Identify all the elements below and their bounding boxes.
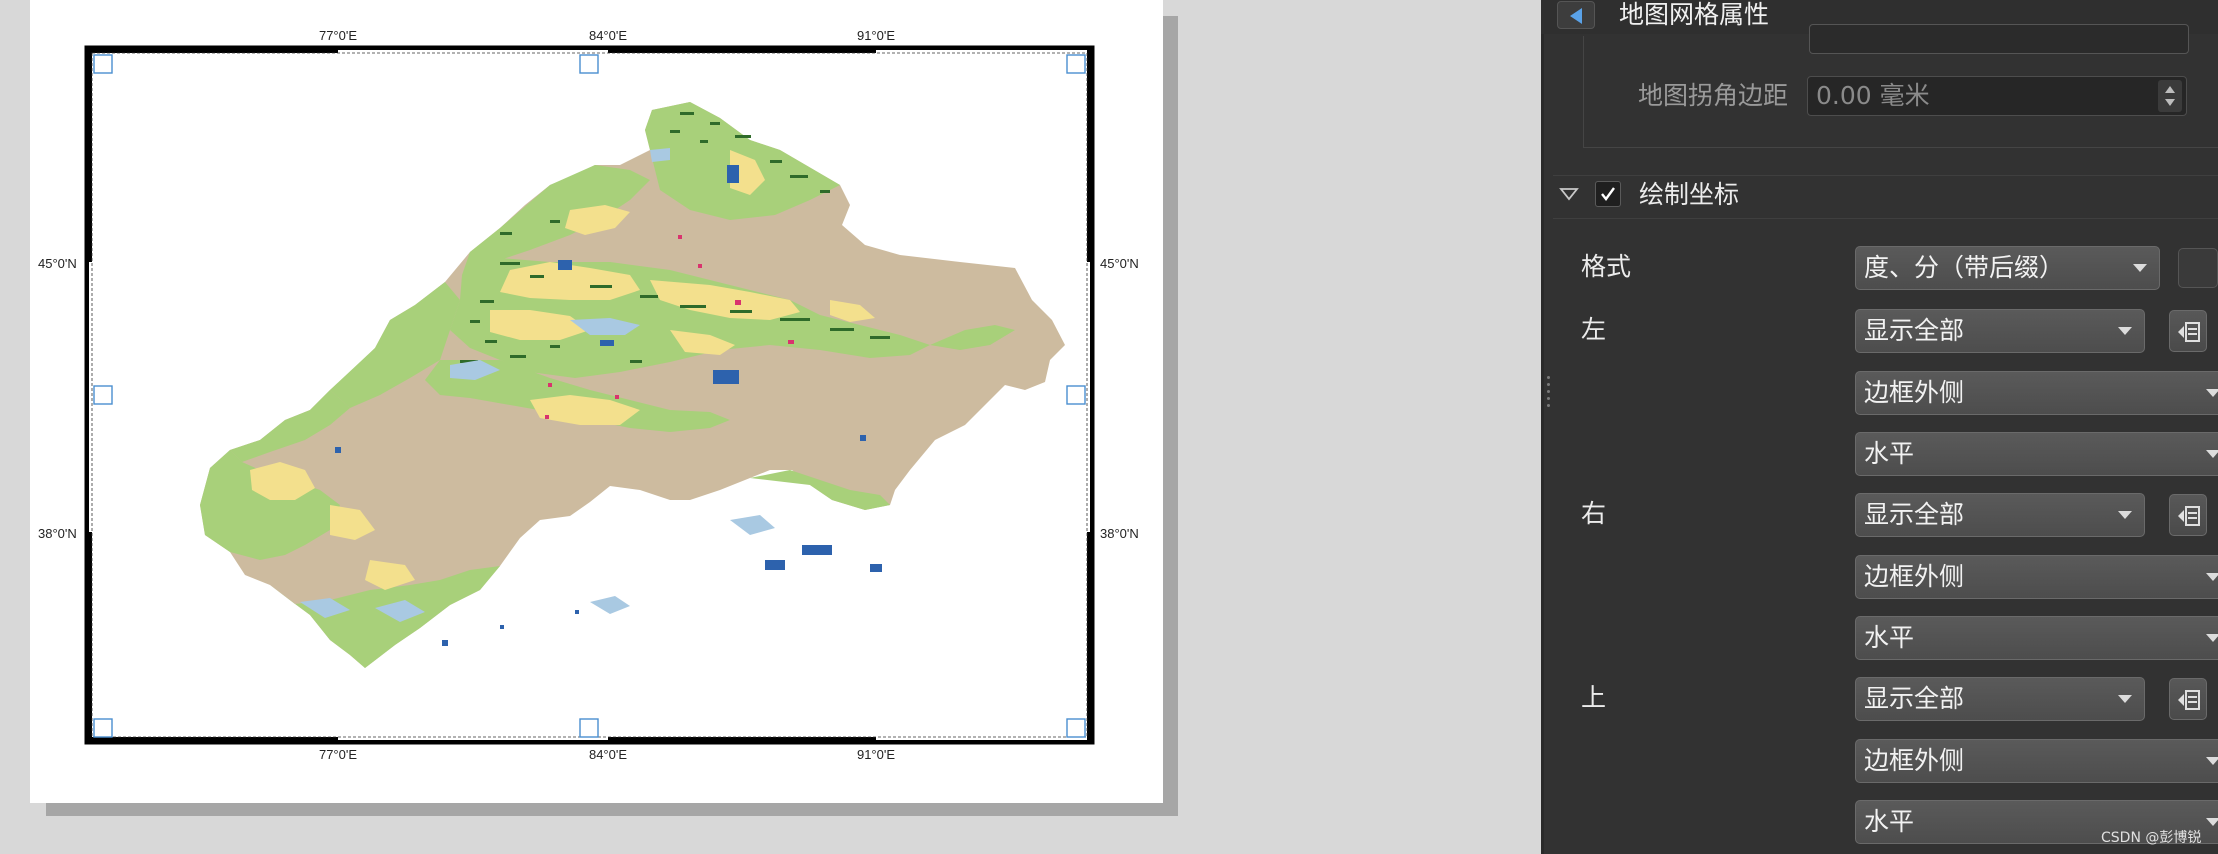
side-label-left: 左 — [1581, 315, 1607, 344]
top-expression-button[interactable] — [2169, 678, 2207, 720]
draw-coords-label: 绘制坐标 — [1639, 180, 1740, 209]
watermark: CSDN @彭博锐 — [2101, 830, 2202, 846]
handle-mid-right[interactable] — [1066, 385, 1086, 405]
expression-icon — [2178, 506, 2200, 526]
handle-top-left[interactable] — [93, 54, 113, 74]
left-expression-button[interactable] — [2169, 310, 2207, 352]
chevron-down-icon — [2206, 757, 2218, 765]
expression-icon — [2178, 322, 2200, 342]
map-frame[interactable]: 77°0'E 84°0'E 91°0'E 77°0'E 84°0'E 91°0'… — [30, 0, 1163, 803]
left-display-dropdown[interactable]: 显示全部 — [1855, 309, 2145, 353]
left-direction-value: 水平 — [1864, 439, 1915, 468]
chevron-down-icon — [2206, 450, 2218, 458]
back-button[interactable] — [1557, 1, 1595, 29]
left-position-dropdown[interactable]: 边框外侧 — [1855, 371, 2218, 415]
back-arrow-icon — [1570, 8, 1582, 24]
spin-stepper[interactable] — [2158, 80, 2182, 112]
coord-right-2: 38°0'N — [1100, 526, 1139, 541]
right-position-dropdown[interactable]: 边框外侧 — [1855, 555, 2218, 599]
handle-bottom-left[interactable] — [93, 718, 113, 738]
chevron-down-icon — [2206, 389, 2218, 397]
format-label: 格式 — [1581, 252, 1632, 281]
chevron-down-icon — [2206, 634, 2218, 642]
side-label-top: 上 — [1581, 683, 1607, 712]
chevron-down-icon — [2118, 327, 2132, 335]
layout-page[interactable]: 77°0'E 84°0'E 91°0'E 77°0'E 84°0'E 91°0'… — [30, 0, 1163, 803]
handle-bottom-right[interactable] — [1066, 718, 1086, 738]
left-direction-dropdown[interactable]: 水平 — [1855, 432, 2218, 476]
coord-top-1: 77°0'E — [319, 28, 357, 43]
corner-margin-value: 0.00 毫米 — [1816, 81, 1930, 110]
coord-bottom-1: 77°0'E — [319, 747, 357, 762]
section-divider — [1553, 175, 2218, 176]
chevron-down-icon — [2118, 695, 2132, 703]
top-display-dropdown[interactable]: 显示全部 — [1855, 677, 2145, 721]
coord-left-2: 38°0'N — [38, 526, 77, 541]
layout-canvas[interactable]: 77°0'E 84°0'E 91°0'E 77°0'E 84°0'E 91°0'… — [0, 0, 1543, 854]
format-options-button[interactable] — [2178, 248, 2218, 288]
format-dropdown[interactable]: 度、分（带后缀） — [1855, 246, 2160, 290]
coord-bottom-3: 91°0'E — [857, 747, 895, 762]
format-value: 度、分（带后缀） — [1864, 253, 2065, 282]
top-position-dropdown[interactable]: 边框外侧 — [1855, 739, 2218, 783]
panel-splitter[interactable] — [1541, 0, 1544, 854]
left-display-value: 显示全部 — [1864, 316, 1965, 345]
chevron-down-icon — [2206, 573, 2218, 581]
right-position-value: 边框外侧 — [1864, 562, 1965, 591]
panel-title: 地图网格属性 — [1619, 0, 1770, 29]
top-direction-value: 水平 — [1864, 807, 1915, 836]
chevron-down-icon — [2206, 818, 2218, 826]
top-display-value: 显示全部 — [1864, 684, 1965, 713]
handle-mid-left[interactable] — [93, 385, 113, 405]
right-direction-dropdown[interactable]: 水平 — [1855, 616, 2218, 660]
corner-margin-spinbox[interactable]: 0.00 毫米 — [1807, 76, 2187, 116]
coord-top-3: 91°0'E — [857, 28, 895, 43]
splitter-grip[interactable] — [1541, 374, 1555, 414]
right-expression-button[interactable] — [2169, 494, 2207, 536]
right-display-dropdown[interactable]: 显示全部 — [1855, 493, 2145, 537]
handle-top-mid[interactable] — [579, 54, 599, 74]
chevron-down-icon — [2118, 511, 2132, 519]
right-display-value: 显示全部 — [1864, 500, 1965, 529]
handle-bottom-mid[interactable] — [579, 718, 599, 738]
side-label-right: 右 — [1581, 499, 1607, 528]
corner-margin-label: 地图拐角边距 — [1638, 81, 1789, 110]
top-position-value: 边框外侧 — [1864, 746, 1965, 775]
collapse-triangle-icon[interactable] — [1559, 186, 1579, 202]
draw-coords-checkbox[interactable] — [1595, 181, 1621, 207]
handle-top-right[interactable] — [1066, 54, 1086, 74]
coord-bottom-2: 84°0'E — [589, 747, 627, 762]
expression-icon — [2178, 690, 2200, 710]
coord-right-1: 45°0'N — [1100, 256, 1139, 271]
checkmark-icon — [1601, 187, 1615, 201]
left-position-value: 边框外侧 — [1864, 378, 1965, 407]
spin-arrows-icon — [2165, 86, 2175, 106]
section-divider — [1553, 218, 2218, 219]
right-direction-value: 水平 — [1864, 623, 1915, 652]
map-grid-properties-panel: 地图网格属性 地图拐角边距 0.00 毫米 绘制坐标 格式 度、分（带后缀） 左… — [1541, 0, 2218, 854]
coord-top-2: 84°0'E — [589, 28, 627, 43]
chevron-down-icon — [2133, 264, 2147, 272]
coord-left-1: 45°0'N — [38, 256, 77, 271]
